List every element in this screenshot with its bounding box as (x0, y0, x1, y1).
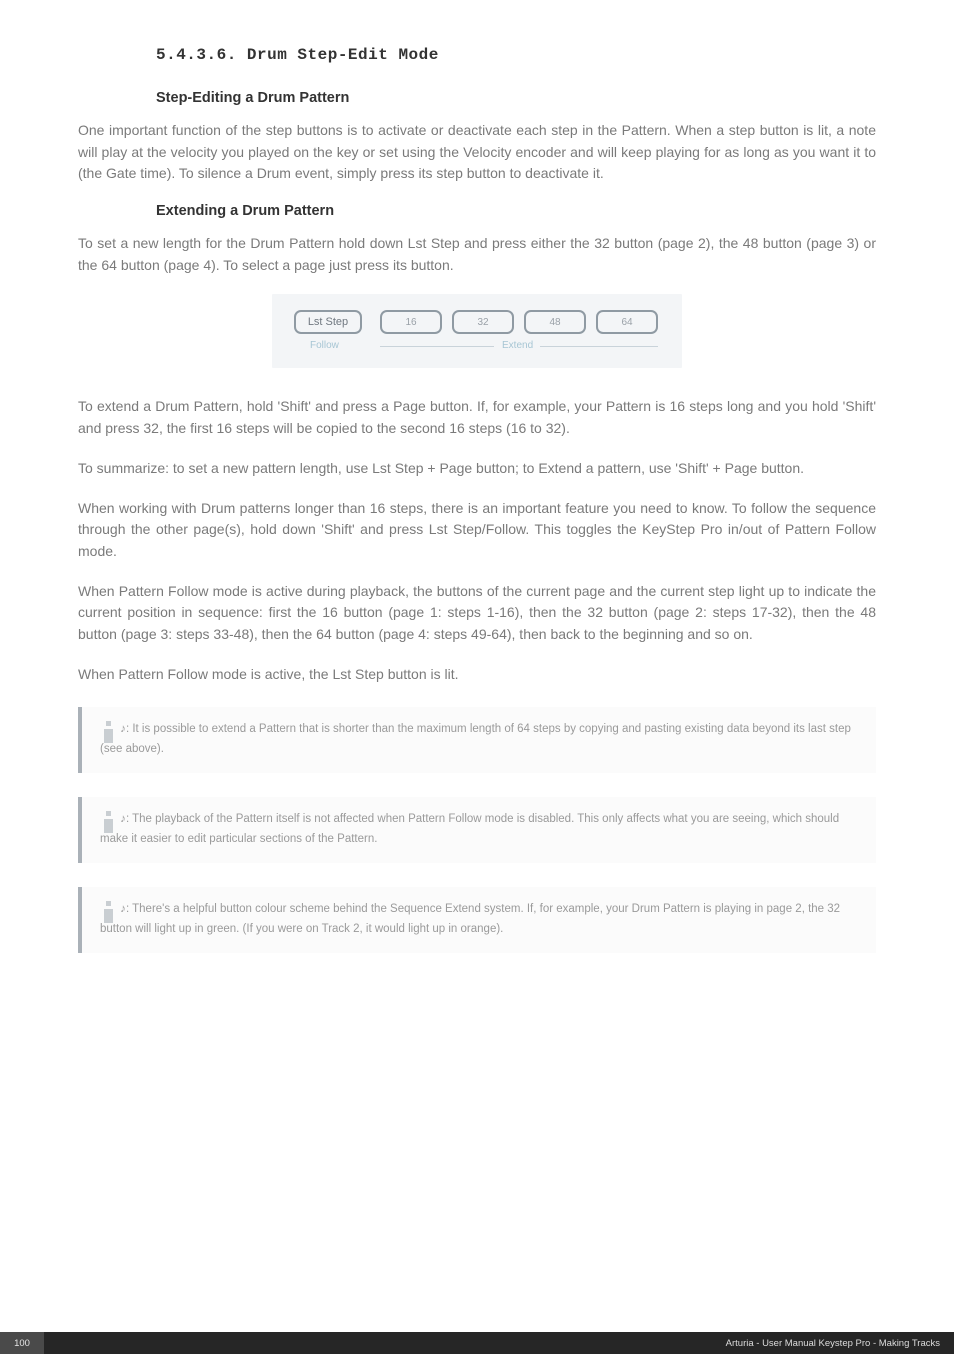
page-footer: 100 Arturia - User Manual Keystep Pro - … (0, 1332, 954, 1354)
sixteen-button-graphic: 16 (380, 310, 442, 334)
callout-1-text: ♪: It is possible to extend a Pattern th… (100, 723, 851, 755)
callout-2: ♪: The playback of the Pattern itself is… (78, 797, 876, 863)
extend-line-left (380, 346, 494, 347)
sixtyfour-button-graphic: 64 (596, 310, 658, 334)
section-number-heading: 5.4.3.6. Drum Step-Edit Mode (156, 46, 876, 64)
subheading-extending: Extending a Drum Pattern (156, 203, 876, 219)
info-icon (100, 811, 113, 833)
follow-label: Follow (310, 340, 339, 351)
page-number: 100 (0, 1332, 44, 1354)
paragraph-1: One important function of the step butto… (78, 120, 876, 185)
figure-wrap: Lst Step 16 32 48 64 Follow Extend (78, 294, 876, 368)
button-panel-figure: Lst Step 16 32 48 64 Follow Extend (272, 294, 682, 368)
callout-1: ♪: It is possible to extend a Pattern th… (78, 707, 876, 773)
thirtytwo-button-graphic: 32 (452, 310, 514, 334)
extend-line-right (540, 346, 658, 347)
paragraph-2: To set a new length for the Drum Pattern… (78, 233, 876, 276)
callout-2-text: ♪: The playback of the Pattern itself is… (100, 813, 839, 845)
callout-3-text: ♪: There's a helpful button colour schem… (100, 903, 840, 935)
extend-label: Extend (502, 340, 533, 351)
callout-3: ♪: There's a helpful button colour schem… (78, 887, 876, 953)
footer-title: Arturia - User Manual Keystep Pro - Maki… (44, 1332, 954, 1354)
subheading-step-editing: Step-Editing a Drum Pattern (156, 90, 876, 106)
paragraph-4: To summarize: to set a new pattern lengt… (78, 458, 876, 480)
paragraph-6: When Pattern Follow mode is active durin… (78, 581, 876, 646)
paragraph-3: To extend a Drum Pattern, hold 'Shift' a… (78, 396, 876, 439)
paragraph-5: When working with Drum patterns longer t… (78, 498, 876, 563)
info-icon (100, 901, 113, 923)
info-icon (100, 721, 113, 743)
fortyeight-button-graphic: 48 (524, 310, 586, 334)
paragraph-7: When Pattern Follow mode is active, the … (78, 664, 876, 686)
lst-step-button-graphic: Lst Step (294, 310, 362, 334)
